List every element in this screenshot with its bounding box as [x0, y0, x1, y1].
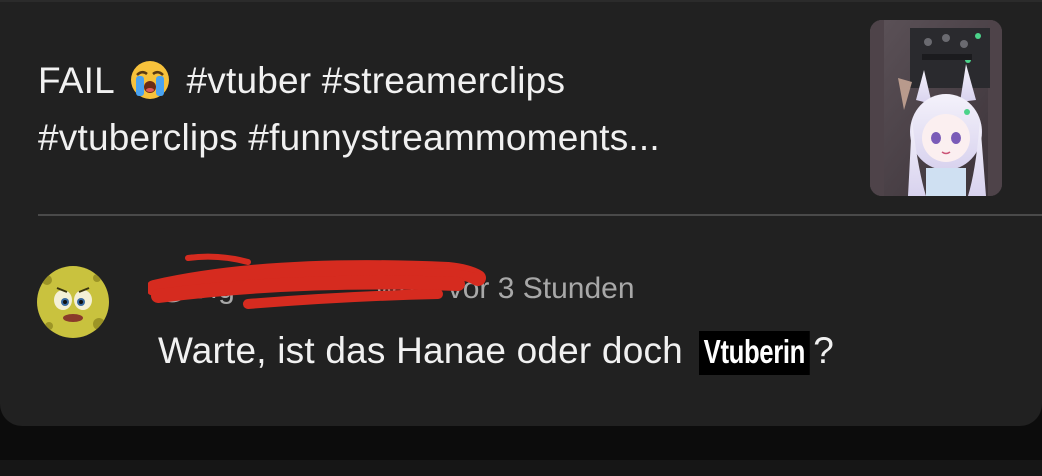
comment-text: Warte, ist das Hanae oder doch Vtuberin? — [158, 330, 834, 375]
video-title[interactable]: FAIL #vtuber #streamerclips #vtuberclips… — [38, 52, 838, 166]
title-hashtags-line1: #vtuber #streamerclips — [186, 60, 566, 101]
loudly-crying-face-icon — [131, 61, 170, 99]
username-redaction-scribble — [148, 253, 486, 309]
section-divider — [38, 214, 1042, 216]
spongebob-avatar-icon — [37, 266, 109, 338]
video-card[interactable]: FAIL #vtuber #streamerclips #vtuberclips… — [0, 0, 1042, 426]
censored-word-box: Vtuberin — [699, 331, 811, 375]
commenter-avatar[interactable] — [37, 266, 109, 338]
comment-text-main: Warte, ist das Hanae oder doch — [158, 330, 683, 371]
video-thumbnail[interactable] — [870, 20, 1002, 196]
vtuber-thumbnail-image — [870, 20, 1002, 196]
comment-text-end: ? — [813, 330, 835, 371]
next-item-edge — [0, 460, 1042, 476]
title-fail-text: FAIL — [38, 60, 114, 101]
card-top-edge — [0, 0, 1042, 2]
title-hashtags-line2: #vtuberclips #funnystreammoments... — [38, 117, 660, 158]
